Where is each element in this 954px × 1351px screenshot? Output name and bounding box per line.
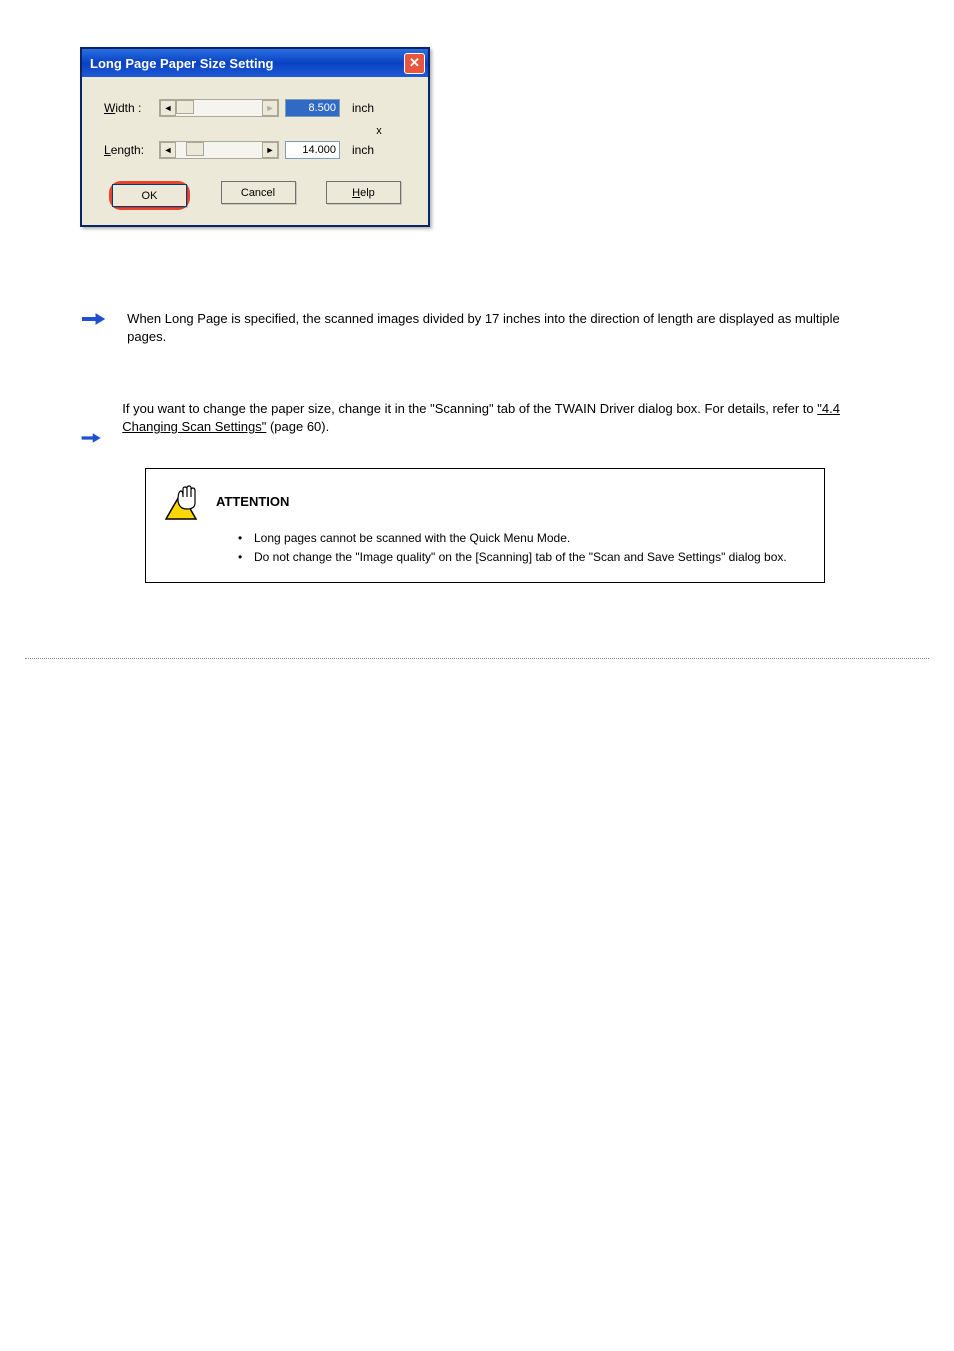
list-item: Do not change the "Image quality" on the…: [238, 548, 812, 567]
bullet-1: When Long Page is specified, the scanned…: [80, 310, 860, 346]
long-page-dialog: Long Page Paper Size Setting ✕ Width : ◄…: [80, 47, 430, 227]
hand-icon: [158, 481, 208, 521]
attention-box: ATTENTION Long pages cannot be scanned w…: [145, 468, 825, 583]
button-row: OK Cancel Help: [104, 181, 406, 210]
length-input[interactable]: [285, 141, 340, 159]
help-button[interactable]: Help: [326, 181, 401, 204]
length-scrollbar[interactable]: ◄ ►: [159, 141, 279, 159]
length-label: Length:: [104, 143, 159, 157]
width-scrollbar[interactable]: ◄ ►: [159, 99, 279, 117]
width-row: Width : ◄ ► inch: [104, 99, 406, 117]
x-separator: x: [352, 125, 406, 137]
close-button[interactable]: ✕: [404, 53, 425, 74]
width-thumb[interactable]: [176, 100, 194, 114]
arrow-icon: [80, 430, 102, 446]
length-unit: inch: [352, 143, 374, 157]
width-label: Width :: [104, 101, 159, 115]
width-right-arrow[interactable]: ►: [262, 100, 278, 116]
dialog-title: Long Page Paper Size Setting: [90, 56, 273, 71]
arrow-icon: [80, 311, 107, 327]
length-track[interactable]: [176, 142, 262, 158]
attention-header: ATTENTION: [158, 481, 812, 521]
dialog-body: Width : ◄ ► inch x Length: ◄ ►: [82, 77, 428, 225]
close-icon: ✕: [409, 55, 420, 71]
attention-title: ATTENTION: [216, 494, 289, 509]
list-item: Long pages cannot be scanned with the Qu…: [238, 529, 812, 548]
length-left-arrow[interactable]: ◄: [160, 142, 176, 158]
width-left-arrow[interactable]: ◄: [160, 100, 176, 116]
cancel-button[interactable]: Cancel: [221, 181, 296, 204]
bullet-1-text: When Long Page is specified, the scanned…: [127, 310, 860, 346]
titlebar: Long Page Paper Size Setting ✕: [82, 49, 428, 77]
length-row: Length: ◄ ► inch: [104, 141, 406, 159]
width-track[interactable]: [176, 100, 262, 116]
section-divider: [25, 658, 929, 659]
ok-button[interactable]: OK: [112, 184, 187, 207]
length-thumb[interactable]: [186, 142, 204, 156]
width-unit: inch: [352, 101, 374, 115]
attention-list: Long pages cannot be scanned with the Qu…: [238, 529, 812, 567]
ok-highlight: OK: [109, 181, 190, 210]
length-right-arrow[interactable]: ►: [262, 142, 278, 158]
bullet-2: If you want to change the paper size, ch…: [80, 400, 860, 446]
width-input[interactable]: [285, 99, 340, 117]
bullet-2-text: If you want to change the paper size, ch…: [122, 400, 860, 436]
